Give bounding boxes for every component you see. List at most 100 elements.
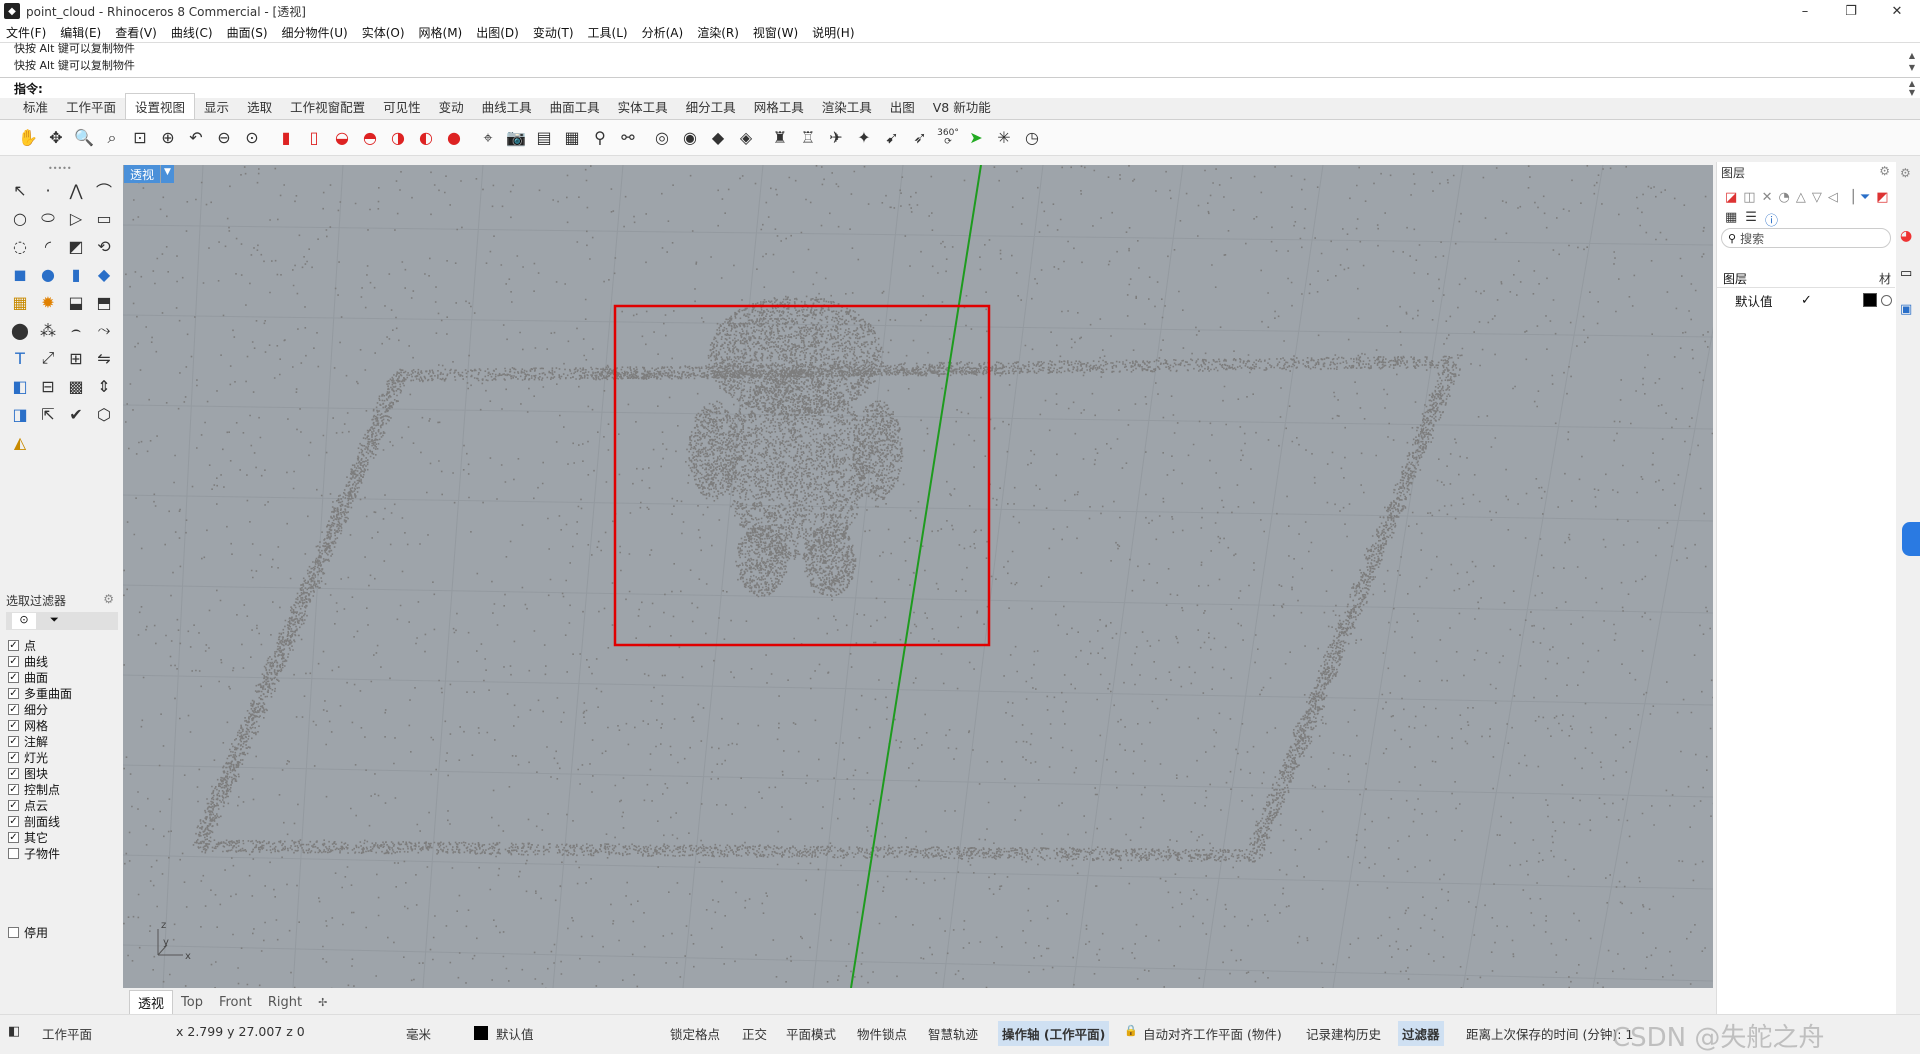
plane-surface-icon[interactable]: ◆ bbox=[90, 260, 118, 288]
cplane-icon[interactable]: ◈ bbox=[734, 125, 758, 151]
filter-item[interactable]: ✓ 细分 bbox=[8, 701, 48, 718]
mesh-icon[interactable]: ▦ bbox=[6, 288, 34, 316]
rotate-view-icon[interactable]: ✥ bbox=[44, 125, 68, 151]
arc-icon[interactable]: ◜ bbox=[34, 232, 62, 260]
gear-icon[interactable]: ⚙ bbox=[103, 592, 114, 606]
menu-item[interactable]: 文件(F) bbox=[6, 24, 46, 41]
menu-item[interactable]: 工具(L) bbox=[588, 24, 628, 41]
checkbox-icon[interactable] bbox=[8, 848, 19, 859]
zoom-out-icon[interactable]: ⊖ bbox=[212, 125, 236, 151]
close-button[interactable]: ✕ bbox=[1874, 0, 1920, 22]
checkbox-icon[interactable]: ✓ bbox=[8, 688, 19, 699]
toolbar-tab[interactable]: 可见性 bbox=[374, 94, 430, 119]
rectangle-icon[interactable]: ▭ bbox=[90, 204, 118, 232]
box-icon[interactable]: ◼ bbox=[6, 260, 34, 288]
view-tab[interactable]: Front bbox=[211, 993, 260, 1012]
airplane-2-icon[interactable]: ✦ bbox=[852, 125, 876, 151]
tools-icon[interactable]: ▕ bbox=[1844, 190, 1854, 205]
menu-item[interactable]: 视窗(W) bbox=[753, 24, 798, 41]
array-icon[interactable]: ⊞ bbox=[62, 344, 90, 372]
view-tab[interactable]: Top bbox=[173, 993, 211, 1012]
filter-funnel-icon[interactable]: ⏷ bbox=[50, 613, 59, 627]
current-layer-check-icon[interactable]: ✓ bbox=[1801, 293, 1812, 308]
checkbox-icon[interactable]: ✓ bbox=[8, 832, 19, 843]
check-icon[interactable]: ✔ bbox=[62, 400, 90, 428]
menu-item[interactable]: 网格(M) bbox=[419, 24, 463, 41]
layer-row[interactable]: 默认值 ✓ bbox=[1717, 290, 1895, 310]
toolbar-grip-icon[interactable]: ••••• bbox=[48, 164, 72, 173]
filter-item[interactable]: ✓ 其它 bbox=[8, 829, 48, 846]
camera-tall-icon[interactable]: ▯ bbox=[302, 125, 326, 151]
camera-red-icon[interactable]: ▮ bbox=[274, 125, 298, 151]
status-autoalign[interactable]: 自动对齐工作平面 (物件) bbox=[1143, 1024, 1282, 1043]
layer-search-box[interactable]: ⚲ 搜索 bbox=[1721, 228, 1891, 248]
airplane-icon[interactable]: ✈ bbox=[824, 125, 848, 151]
menu-item[interactable]: 编辑(E) bbox=[60, 24, 101, 41]
checkbox-icon[interactable] bbox=[8, 927, 19, 938]
checkbox-icon[interactable]: ✓ bbox=[8, 784, 19, 795]
toolbar-tab[interactable]: 设置视图 bbox=[125, 93, 196, 119]
lens-icon[interactable]: ⚲ bbox=[588, 125, 612, 151]
toolbar-tab[interactable]: 出图 bbox=[881, 94, 924, 119]
filter-disable[interactable]: 停用 bbox=[8, 924, 48, 941]
filter-item[interactable]: 子物件 bbox=[8, 845, 60, 862]
robot-2-icon[interactable]: ♖ bbox=[796, 125, 820, 151]
restore-button[interactable]: ❐ bbox=[1828, 0, 1874, 22]
lock-icon[interactable]: 🔒 bbox=[1124, 1024, 1138, 1037]
loft-icon[interactable]: ⟲ bbox=[90, 232, 118, 260]
filter-item[interactable]: ✓ 网格 bbox=[8, 717, 48, 734]
walkabout-icon[interactable]: ⚯ bbox=[616, 125, 640, 151]
mirror-icon[interactable]: ⇋ bbox=[90, 344, 118, 372]
toolbar-tab[interactable]: 实体工具 bbox=[609, 94, 677, 119]
table-icon[interactable]: ▦ bbox=[1725, 210, 1737, 229]
toolbar-tab[interactable]: V8 新功能 bbox=[924, 94, 1000, 119]
toolbar-tab[interactable]: 网格工具 bbox=[745, 94, 813, 119]
gear-icon[interactable]: ⚙ bbox=[1900, 166, 1911, 180]
history-scroll-up-icon[interactable]: ▲ bbox=[1906, 51, 1918, 60]
status-filter[interactable]: 过滤器 bbox=[1398, 1021, 1444, 1046]
sphere-icon[interactable]: ● bbox=[34, 260, 62, 288]
checkbox-icon[interactable]: ✓ bbox=[8, 752, 19, 763]
pan-icon[interactable]: ✋ bbox=[16, 125, 40, 151]
toolbar-tab[interactable]: 标准 bbox=[14, 94, 57, 119]
status-layer-color[interactable] bbox=[474, 1026, 488, 1040]
status-osnap[interactable]: 物件锁点 bbox=[857, 1024, 907, 1043]
menu-item[interactable]: 变动(T) bbox=[533, 24, 574, 41]
toolbar-tab[interactable]: 曲线工具 bbox=[473, 94, 541, 119]
extrude-icon[interactable]: ⬓ bbox=[62, 288, 90, 316]
status-cplane[interactable]: 工作平面 bbox=[42, 1024, 92, 1043]
panel-toggle-icon[interactable]: ◧ bbox=[8, 1024, 20, 1039]
dimension-icon[interactable]: ⤢ bbox=[34, 344, 62, 372]
checkbox-icon[interactable]: ✓ bbox=[8, 816, 19, 827]
car-view-5-icon[interactable]: ● bbox=[442, 125, 466, 151]
menu-item[interactable]: 说明(H) bbox=[812, 24, 854, 41]
grid-array-icon[interactable]: ▩ bbox=[62, 372, 90, 400]
color-wheel-icon[interactable]: ◕ bbox=[1900, 228, 1912, 244]
floating-side-tab[interactable] bbox=[1902, 522, 1920, 556]
status-layer[interactable]: 默认值 bbox=[496, 1024, 534, 1043]
polyline-icon[interactable]: ⋀ bbox=[62, 176, 90, 204]
move-up-icon[interactable]: △ bbox=[1796, 190, 1806, 205]
status-ortho[interactable]: 正交 bbox=[742, 1024, 767, 1043]
camera-icon[interactable]: 📷 bbox=[504, 125, 528, 151]
checkbox-icon[interactable]: ✓ bbox=[8, 736, 19, 747]
toolbar-tab[interactable]: 工作平面 bbox=[57, 94, 125, 119]
circle-tangent-icon[interactable]: ◌ bbox=[6, 232, 34, 260]
layer-color-swatch[interactable] bbox=[1863, 293, 1877, 307]
view-tab[interactable]: 透视 bbox=[129, 989, 174, 1015]
fly-icon[interactable]: ➤ bbox=[964, 125, 988, 151]
named-view-folder-icon[interactable]: ▦ bbox=[560, 125, 584, 151]
list-icon[interactable]: ☰ bbox=[1745, 210, 1757, 229]
help-icon[interactable]: ⓘ bbox=[1765, 210, 1778, 229]
point-icon[interactable]: · bbox=[34, 176, 62, 204]
gear-icon[interactable]: ⚙ bbox=[1879, 164, 1890, 178]
checkbox-icon[interactable]: ✓ bbox=[8, 672, 19, 683]
status-history[interactable]: 记录建构历史 bbox=[1306, 1024, 1381, 1043]
status-units[interactable]: 毫米 bbox=[406, 1024, 431, 1043]
set-target-icon[interactable]: ◉ bbox=[678, 125, 702, 151]
target-icon[interactable]: ◎ bbox=[650, 125, 674, 151]
status-grid-snap[interactable]: 锁定格点 bbox=[670, 1024, 720, 1043]
car-view-2-icon[interactable]: ◓ bbox=[358, 125, 382, 151]
ruler-icon[interactable]: ⊟ bbox=[34, 372, 62, 400]
checkbox-icon[interactable]: ✓ bbox=[8, 768, 19, 779]
